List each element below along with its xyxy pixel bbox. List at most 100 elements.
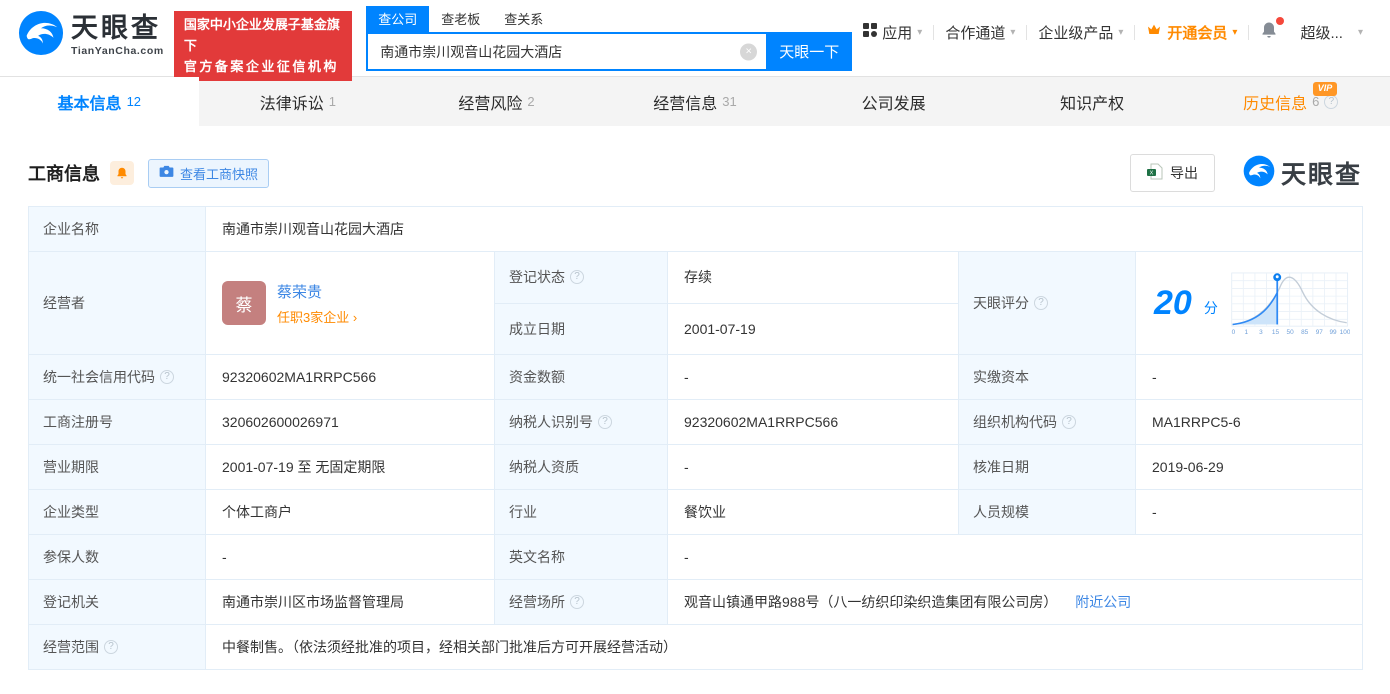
- taxpayer-quality-value: -: [667, 444, 959, 490]
- score-axis: 0 1 3 15 50 85 97 99 100: [1231, 329, 1350, 336]
- english-name-label: 英文名称: [494, 534, 668, 580]
- taxpayer-id-label: 纳税人识别号?: [494, 399, 668, 445]
- watermark-logo: 天眼查: [1243, 155, 1362, 192]
- table-row: 经营者 蔡 蔡荣贵 任职3家企业 › 登记状态? 存续 天眼评分? 20 分 0…: [28, 251, 1364, 355]
- tab-legal-proceedings[interactable]: 法律诉讼 1: [199, 77, 398, 126]
- org-code-value: MA1RRPC5-6: [1134, 399, 1364, 445]
- reg-status-label: 登记状态?: [494, 251, 668, 304]
- tab-operational-risk[interactable]: 经营风险 2: [397, 77, 596, 126]
- table-row: 经营范围? 中餐制售。（依法须经批准的项目，经相关部门批准后方可开展经营活动）: [28, 624, 1364, 670]
- view-snapshot-button[interactable]: 查看工商快照: [148, 158, 270, 188]
- svg-text:50: 50: [1286, 329, 1294, 336]
- tab-history-info[interactable]: 历史信息 6 ? VIP: [1191, 77, 1390, 126]
- excel-icon: X: [1146, 163, 1163, 183]
- reg-number-label: 工商注册号: [28, 399, 206, 445]
- chevron-down-icon: ▾: [1118, 26, 1124, 38]
- nearby-companies-link[interactable]: 附近公司: [1075, 594, 1131, 610]
- reg-authority-value: 南通市崇川区市场监督管理局: [205, 579, 495, 625]
- paid-capital-value: -: [1134, 354, 1364, 400]
- badge-line1: 国家中小企业发展子基金旗下: [183, 17, 340, 53]
- table-row: 企业名称 南通市崇川观音山花园大酒店: [28, 206, 1364, 252]
- insured-count-value: -: [205, 534, 495, 580]
- search-button[interactable]: 天眼一下: [766, 32, 853, 71]
- subscribe-bell-button[interactable]: [110, 161, 134, 185]
- business-term-label: 营业期限: [28, 444, 206, 490]
- search-tab-relation[interactable]: 查关系: [492, 6, 555, 32]
- table-row: 企业类型 个体工商户 行业 餐饮业 人员规模 -: [28, 489, 1364, 535]
- official-badge: 国家中小企业发展子基金旗下 官方备案企业征信机构: [173, 11, 353, 82]
- credit-code-label: 统一社会信用代码?: [28, 354, 206, 400]
- company-name-value: 南通市崇川观音山花园大酒店: [204, 206, 1364, 252]
- search-widget: 查公司 查老板 查关系 × 天眼一下: [366, 6, 853, 71]
- table-row: 登记机关 南通市崇川区市场监督管理局 经营场所? 观音山镇通甲路988号（八一纺…: [28, 579, 1364, 625]
- establish-date-value: 2001-07-19: [667, 302, 959, 355]
- section-header: 工商信息 查看工商快照 X 导出 天眼查: [28, 154, 1362, 192]
- nav-apps[interactable]: 应用 ▾: [852, 22, 933, 43]
- score-cell: 20 分 0 1 3 15 50 85 97 99 100: [1134, 251, 1364, 355]
- taxpayer-quality-label: 纳税人资质: [494, 444, 668, 490]
- table-row: 统一社会信用代码? 92320602MA1RRPC566 资金数额 - 实缴资本…: [28, 354, 1364, 400]
- tab-company-development[interactable]: 公司发展: [794, 77, 993, 126]
- establish-date-label: 成立日期: [494, 302, 668, 355]
- help-icon[interactable]: ?: [104, 640, 118, 654]
- industry-label: 行业: [494, 489, 668, 535]
- apps-grid-icon: [863, 23, 878, 41]
- reg-authority-label: 登记机关: [28, 579, 206, 625]
- chevron-down-icon: ▾: [1232, 26, 1238, 38]
- search-input[interactable]: [366, 32, 767, 71]
- company-name-label: 企业名称: [28, 206, 206, 252]
- tab-business-info[interactable]: 经营信息 31: [596, 77, 795, 126]
- table-row: 工商注册号 320602600026971 纳税人识别号? 92320602MA…: [28, 399, 1364, 445]
- crown-icon: [1146, 23, 1162, 41]
- help-icon[interactable]: ?: [1324, 94, 1339, 109]
- score-value: 20: [1154, 284, 1192, 322]
- help-icon[interactable]: ?: [160, 370, 174, 384]
- business-place-cell: 观音山镇通甲路988号（八一纺织印染织造集团有限公司房） 附近公司: [666, 579, 1364, 625]
- svg-text:X: X: [1150, 171, 1154, 177]
- top-header: 天眼查 TianYanCha.com 国家中小企业发展子基金旗下 官方备案企业征…: [0, 0, 1390, 82]
- help-icon[interactable]: ?: [1062, 415, 1076, 429]
- top-nav: 应用 ▾ 合作通道 ▾ 企业级产品 ▾ 开通会员 ▾ 超级... ▾: [852, 17, 1390, 44]
- nav-enterprise-products[interactable]: 企业级产品 ▾: [1027, 22, 1134, 43]
- help-icon[interactable]: ?: [570, 595, 584, 609]
- search-tabs: 查公司 查老板 查关系: [366, 6, 852, 32]
- operator-name-link[interactable]: 蔡荣贵: [277, 281, 357, 302]
- tianyancha-logo[interactable]: 天眼查 TianYanCha.com: [18, 10, 164, 61]
- help-icon[interactable]: ?: [1034, 296, 1048, 310]
- score-distribution-chart: 0 1 3 15 50 85 97 99 100: [1231, 272, 1350, 336]
- tab-intellectual-property[interactable]: 知识产权: [993, 77, 1192, 126]
- chevron-down-icon: ▾: [1357, 26, 1363, 38]
- export-button[interactable]: X 导出: [1129, 154, 1215, 192]
- svg-text:0: 0: [1231, 329, 1235, 336]
- score-unit: 分: [1203, 300, 1218, 316]
- section-title: 工商信息: [28, 164, 100, 184]
- nav-open-membership[interactable]: 开通会员 ▾: [1135, 22, 1248, 43]
- brand-domain: TianYanCha.com: [71, 44, 164, 57]
- insured-count-label: 参保人数: [28, 534, 206, 580]
- paid-capital-label: 实缴资本: [958, 354, 1136, 400]
- help-icon[interactable]: ?: [570, 270, 584, 285]
- company-tabs: 基本信息 12 法律诉讼 1 经营风险 2 经营信息 31 公司发展 知识产权 历史信息…: [0, 76, 1390, 126]
- business-term-value: 2001-07-19 至 无固定期限: [205, 444, 495, 490]
- camera-icon: [159, 165, 174, 181]
- notification-dot: [1276, 17, 1285, 25]
- search-tab-boss[interactable]: 查老板: [429, 6, 492, 32]
- clear-search-icon[interactable]: ×: [740, 43, 758, 60]
- svg-text:1: 1: [1244, 329, 1248, 336]
- nav-partnership[interactable]: 合作通道 ▾: [934, 22, 1026, 43]
- svg-text:3: 3: [1259, 329, 1263, 336]
- operator-label: 经营者: [28, 251, 206, 355]
- brand-name: 天眼查: [71, 12, 161, 43]
- operator-avatar[interactable]: 蔡: [222, 281, 266, 325]
- business-place-value: 观音山镇通甲路988号（八一纺织印染织造集团有限公司房）: [684, 594, 1058, 610]
- search-tab-company[interactable]: 查公司: [366, 6, 430, 32]
- help-icon[interactable]: ?: [598, 415, 612, 429]
- table-row: 参保人数 - 英文名称 -: [28, 534, 1364, 580]
- approval-date-value: 2019-06-29: [1134, 444, 1364, 490]
- business-place-label: 经营场所?: [494, 579, 668, 625]
- table-row: 营业期限 2001-07-19 至 无固定期限 纳税人资质 - 核准日期 201…: [28, 444, 1364, 490]
- notifications-bell[interactable]: [1249, 17, 1289, 44]
- nav-account[interactable]: 超级... ▾: [1289, 22, 1374, 43]
- operator-positions-link[interactable]: 任职3家企业 ›: [277, 307, 357, 326]
- tab-basic-info[interactable]: 基本信息 12: [0, 77, 199, 126]
